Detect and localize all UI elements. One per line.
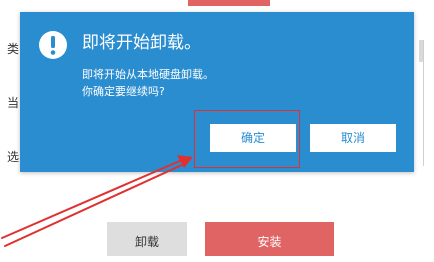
side-label-select: 选择 xyxy=(7,150,19,164)
side-label-current: 当前 xyxy=(7,96,19,110)
cancel-button[interactable]: 取消 xyxy=(310,124,396,152)
dialog-message: 即将开始从本地硬盘卸载。 你确定要继续吗? xyxy=(82,66,214,100)
install-button[interactable]: 安装 xyxy=(205,222,334,256)
dialog-title: 即将开始卸载。 xyxy=(82,33,201,53)
scrollbar-thumb[interactable] xyxy=(419,40,423,62)
dialog-message-line: 即将开始从本地硬盘卸载。 xyxy=(82,68,214,81)
side-label-type: 类型 xyxy=(7,42,19,56)
annotation-highlight-box xyxy=(194,110,300,168)
exclamation-circle-icon xyxy=(38,30,68,60)
top-accent-bar xyxy=(188,0,270,6)
dialog-message-line: 你确定要继续吗? xyxy=(82,85,165,98)
content-divider xyxy=(423,40,424,166)
uninstall-button[interactable]: 卸载 xyxy=(107,222,187,256)
